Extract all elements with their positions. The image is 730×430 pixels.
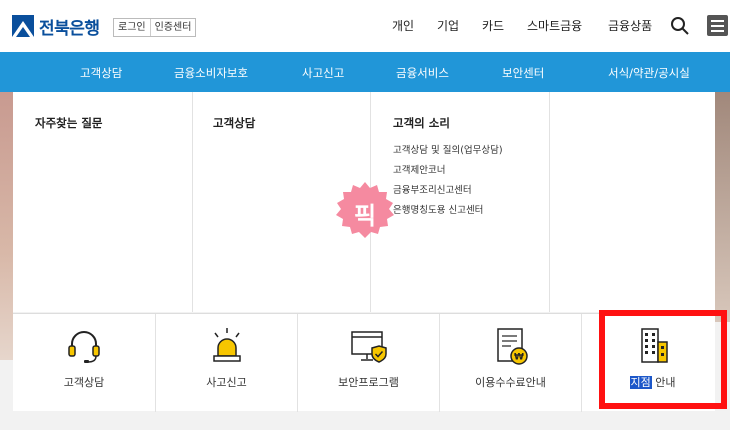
quick-item-fees[interactable]: ₩ 이용수수료안내 <box>439 314 581 412</box>
quick-label-fees: 이용수수료안내 <box>475 376 546 389</box>
gnb-accident-report[interactable]: 사고신고 <box>302 65 344 81</box>
gnb-financial-service[interactable]: 금융서비스 <box>396 65 449 81</box>
quick-label-security: 보안프로그램 <box>338 376 399 389</box>
gnb-consumer-protection[interactable]: 금융소비자보호 <box>174 65 248 81</box>
fee-document-icon: ₩ <box>496 328 528 365</box>
logo-text: 전북은행 <box>39 18 100 39</box>
sticker-text: 픽 <box>353 202 377 230</box>
quick-item-consult[interactable]: 고객상담 <box>13 314 155 412</box>
gnb-customer-consult[interactable]: 고객상담 <box>80 65 122 81</box>
sub-link-suggestion[interactable]: 고객제안코너 <box>393 162 445 176</box>
topnav-corporate[interactable]: 기업 <box>437 17 459 34</box>
siren-icon <box>212 328 241 362</box>
site-header: 전북은행 로그인 인증센터 개인 기업 카드 스마트금융 금융상품 <box>0 0 730 52</box>
menu-title-voice[interactable]: 고객의 소리 <box>393 115 450 131</box>
topnav-smart-finance[interactable]: 스마트금융 <box>527 17 582 34</box>
topnav-card[interactable]: 카드 <box>482 17 504 34</box>
background-photo-left <box>0 92 13 360</box>
background-photo-right <box>715 92 730 322</box>
column-divider <box>192 92 193 312</box>
main-nav-bar: 고객상담 금융소비자보호 사고신고 금융서비스 보안센터 서식/약관/공시실 <box>0 52 730 92</box>
topnav-personal[interactable]: 개인 <box>392 17 414 34</box>
menu-title-consult[interactable]: 고객상담 <box>213 115 255 131</box>
logo-mark-icon <box>12 15 34 37</box>
column-divider <box>549 92 550 312</box>
highlight-annotation-box <box>599 310 727 409</box>
quick-label-accident: 사고신고 <box>206 376 247 389</box>
login-link[interactable]: 로그인 <box>114 19 150 36</box>
quick-item-security[interactable]: 보안프로그램 <box>297 314 439 412</box>
cert-center-link[interactable]: 인증센터 <box>149 19 196 36</box>
auth-links: 로그인 인증센터 <box>113 18 197 37</box>
hamburger-menu-icon[interactable] <box>707 15 728 36</box>
search-icon[interactable] <box>670 16 690 36</box>
menu-title-faq[interactable]: 자주찾는 질문 <box>35 115 102 131</box>
quick-item-accident[interactable]: 사고신고 <box>155 314 297 412</box>
monitor-shield-icon <box>350 331 387 363</box>
topnav-products[interactable]: 금융상품 <box>608 17 652 34</box>
sub-link-inquiry[interactable]: 고객상담 및 질의(업무상담) <box>393 142 503 156</box>
sub-link-name-theft[interactable]: 은행명칭도용 신고센터 <box>393 202 483 216</box>
bank-logo[interactable]: 전북은행 <box>12 14 100 39</box>
svg-text:₩: ₩ <box>514 353 524 363</box>
gnb-security-center[interactable]: 보안센터 <box>502 65 544 81</box>
gnb-forms-terms[interactable]: 서식/약관/공시실 <box>608 65 690 81</box>
sub-link-corruption[interactable]: 금융부조리신고센터 <box>393 182 472 196</box>
quick-label-consult: 고객상담 <box>63 376 105 389</box>
headset-icon <box>68 331 100 363</box>
